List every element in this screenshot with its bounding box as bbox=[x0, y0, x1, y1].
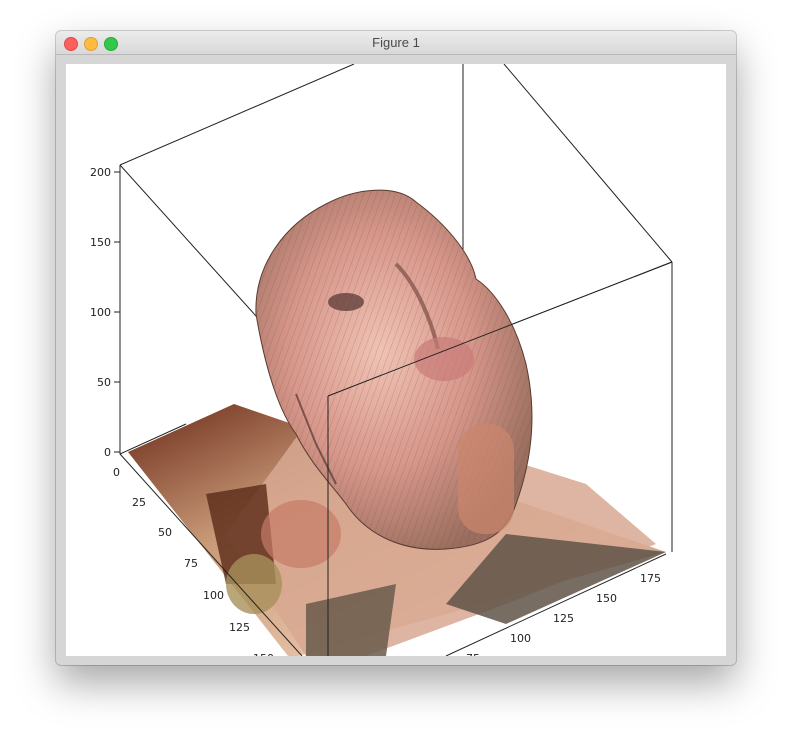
y-tick-label: 125 bbox=[553, 612, 574, 625]
z-axis: 0 50 100 150 200 bbox=[90, 166, 120, 459]
z-tick-label: 50 bbox=[97, 376, 111, 389]
x-tick-label: 25 bbox=[132, 496, 146, 509]
x-tick-label: 100 bbox=[203, 589, 224, 602]
x-tick-label: 75 bbox=[184, 557, 198, 570]
axes-3d: 0 50 100 150 200 0 25 50 75 100 125 150 … bbox=[90, 64, 673, 656]
x-tick-label: 125 bbox=[229, 621, 250, 634]
x-tick-label: 0 bbox=[113, 466, 120, 479]
plot-canvas[interactable]: 0 50 100 150 200 0 25 50 75 100 125 150 … bbox=[66, 64, 726, 656]
z-tick-label: 200 bbox=[90, 166, 111, 179]
figure-window: Figure 1 0 50 100 150 200 0 25 50 75 100… bbox=[56, 31, 736, 665]
y-tick-label: 100 bbox=[510, 632, 531, 645]
z-tick-label: 150 bbox=[90, 236, 111, 249]
y-tick-label: 150 bbox=[596, 592, 617, 605]
z-tick-label: 100 bbox=[90, 306, 111, 319]
title-bar: Figure 1 bbox=[56, 31, 736, 55]
x-tick-label: 50 bbox=[158, 526, 172, 539]
z-tick-label: 0 bbox=[104, 446, 111, 459]
y-tick-label: 75 bbox=[466, 652, 480, 656]
x-tick-label: 150 bbox=[253, 652, 274, 656]
window-title: Figure 1 bbox=[372, 35, 420, 50]
y-tick-label: 175 bbox=[640, 572, 661, 585]
